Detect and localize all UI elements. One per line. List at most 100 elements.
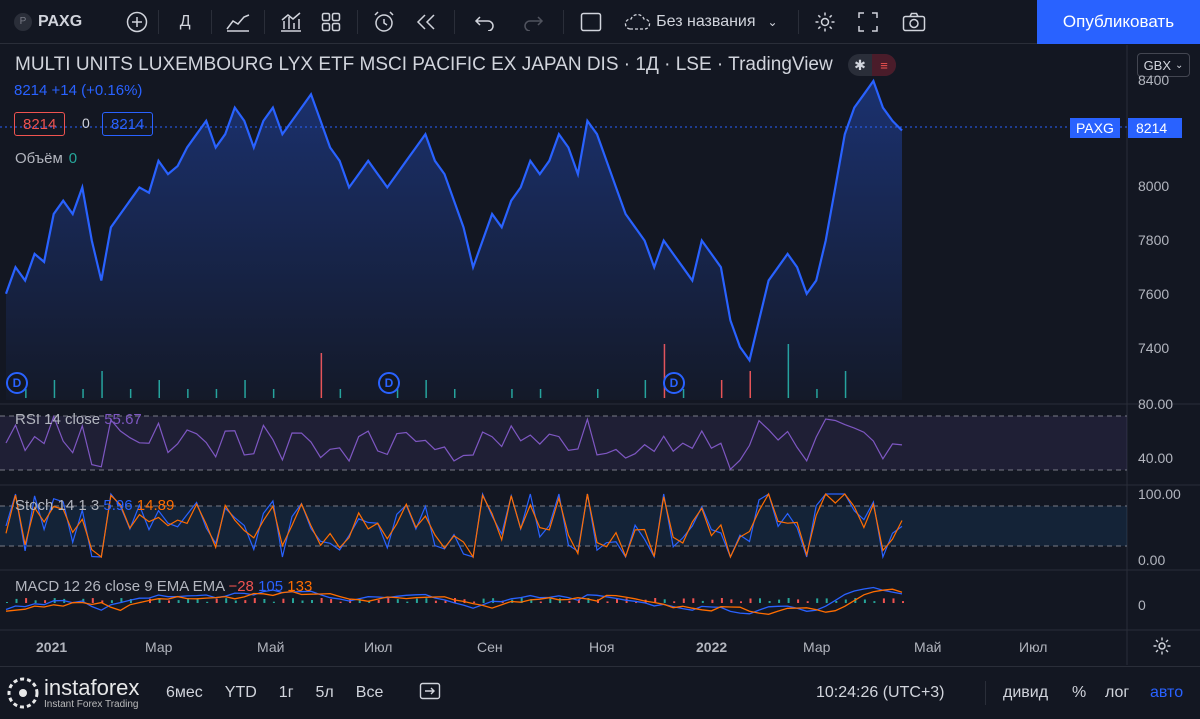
macd-histogram-bar [673, 601, 676, 603]
divider [211, 9, 213, 34]
macd-histogram-bar [606, 601, 609, 604]
macd-histogram-bar [225, 598, 228, 604]
macd-histogram-bar [778, 599, 781, 603]
sell-button[interactable]: 8214 [14, 112, 66, 136]
buy-button[interactable]: 8214 [102, 112, 154, 136]
square-icon [580, 12, 602, 31]
time-tick: Ноя [589, 639, 615, 655]
macd-histogram-bar [168, 600, 170, 603]
price-tick: 8400 [1138, 72, 1170, 88]
fullscreen-button[interactable] [845, 0, 891, 44]
macd-histogram-bar [720, 598, 723, 603]
percent-scale-button[interactable]: % [1072, 684, 1086, 702]
undo-icon [475, 15, 494, 31]
divider [985, 681, 986, 705]
dividend-marker[interactable]: D [6, 372, 28, 394]
price-tick: 7600 [1138, 286, 1170, 302]
date-range-button[interactable] [419, 681, 441, 706]
dividend-marker[interactable]: D [378, 372, 400, 394]
undo-button[interactable] [461, 0, 509, 44]
price-tick: 8000 [1138, 178, 1170, 194]
compare-symbol-button[interactable] [122, 0, 152, 44]
macd-histogram-bar [234, 600, 237, 604]
time-tick: Сен [477, 639, 503, 655]
macd-histogram-bar [558, 598, 561, 604]
range-6m-button[interactable]: 6мес [166, 684, 203, 702]
macd-histogram-bar [759, 598, 761, 603]
macd-histogram-bar [320, 598, 323, 603]
redo-button[interactable] [509, 0, 557, 44]
chevron-down-icon: ⌄ [1175, 59, 1184, 71]
adjust-dividends-button[interactable]: дивид [1003, 684, 1048, 702]
layout-name: Без названия [656, 12, 756, 30]
time-tick: 2021 [36, 639, 68, 655]
alert-button[interactable] [364, 0, 404, 44]
status-pills[interactable]: ✱ ≡ [848, 54, 896, 76]
macd-histogram-bar [177, 600, 180, 603]
macd-histogram-bar [692, 598, 695, 603]
gear-icon [815, 12, 835, 31]
range-ytd-button[interactable]: YTD [225, 684, 257, 702]
range-all-button[interactable]: Все [356, 684, 384, 702]
fullscreen-toggle-button[interactable] [570, 0, 612, 44]
volume-legend: Объём 0 [15, 150, 77, 167]
chevron-down-icon: ⌄ [767, 14, 778, 29]
time-tick: Июл [1019, 639, 1048, 655]
symbol-search-button[interactable]: PAXG [38, 13, 82, 31]
expand-icon [858, 11, 878, 32]
divider [798, 9, 800, 34]
publish-button[interactable]: Опубликовать [1037, 0, 1200, 44]
macd-label: MACD 12 26 close 9 EMA EMA [15, 578, 225, 595]
clock[interactable]: 10:24:26 (UTC+3) [816, 684, 945, 702]
range-1y-button[interactable]: 1г [279, 684, 294, 702]
macd-histogram-bar [663, 599, 666, 603]
divider [264, 9, 266, 34]
axis-settings-button[interactable] [1152, 636, 1172, 661]
macd-histogram-bar [749, 598, 752, 604]
layouts-button[interactable] [311, 0, 351, 44]
rsi-value: 55.67 [104, 411, 142, 428]
macd-histogram-bar [25, 598, 28, 603]
macd-histogram-bar [396, 599, 399, 603]
camera-icon [902, 12, 926, 31]
interval-button[interactable]: Д [165, 0, 205, 44]
macd-histogram-bar [34, 600, 37, 604]
divider [454, 9, 456, 34]
gear-icon [1153, 637, 1171, 655]
macd-histogram-bar [568, 600, 571, 604]
rsi-legend[interactable]: RSI 14 close 55.67 [15, 411, 142, 428]
macd-histogram-bar [473, 601, 476, 603]
spread-value: 0 [82, 115, 90, 131]
macd-histogram-bar [301, 600, 304, 603]
macd-histogram-bar [15, 598, 18, 604]
macd-histogram-bar [682, 598, 685, 604]
macd-histogram-bar [425, 598, 428, 603]
stoch-legend[interactable]: Stoch 14 1 3 5.96 14.89 [15, 497, 174, 514]
asterisk-icon: ✱ [854, 56, 866, 73]
time-tick: Май [257, 639, 285, 655]
layout-name-button[interactable]: Без названия ⌄ [612, 0, 792, 44]
instaforex-watermark: instaforex Instant Forex Trading [6, 676, 139, 710]
divider [158, 9, 160, 34]
settings-button[interactable] [805, 0, 845, 44]
macd-histogram-bar [330, 599, 333, 604]
bottom-toolbar: 6мес YTD 1г 5л Все 10:24:26 (UTC+3) диви… [0, 666, 1200, 719]
macd-line-value: 105 [258, 578, 284, 595]
macd-histogram-bar [6, 602, 8, 603]
chart-canvas[interactable] [0, 45, 1200, 665]
macd-legend[interactable]: MACD 12 26 close 9 EMA EMA −28 105 133 [15, 578, 312, 595]
range-5y-button[interactable]: 5л [316, 684, 334, 702]
auto-scale-button[interactable]: авто [1150, 684, 1183, 702]
macd-histogram-bar [339, 601, 342, 604]
macd-histogram-bar [882, 598, 885, 603]
log-scale-button[interactable]: лог [1105, 684, 1129, 702]
dividend-marker[interactable]: D [663, 372, 685, 394]
alarm-clock-icon [374, 10, 394, 32]
last-price-tag: 8214 [1128, 118, 1182, 138]
macd-histogram-bar [701, 600, 704, 603]
chart-style-button[interactable] [218, 0, 258, 44]
time-tick: Мар [145, 639, 173, 655]
screenshot-button[interactable] [891, 0, 937, 44]
indicators-button[interactable] [271, 0, 311, 44]
replay-button[interactable] [404, 0, 448, 44]
